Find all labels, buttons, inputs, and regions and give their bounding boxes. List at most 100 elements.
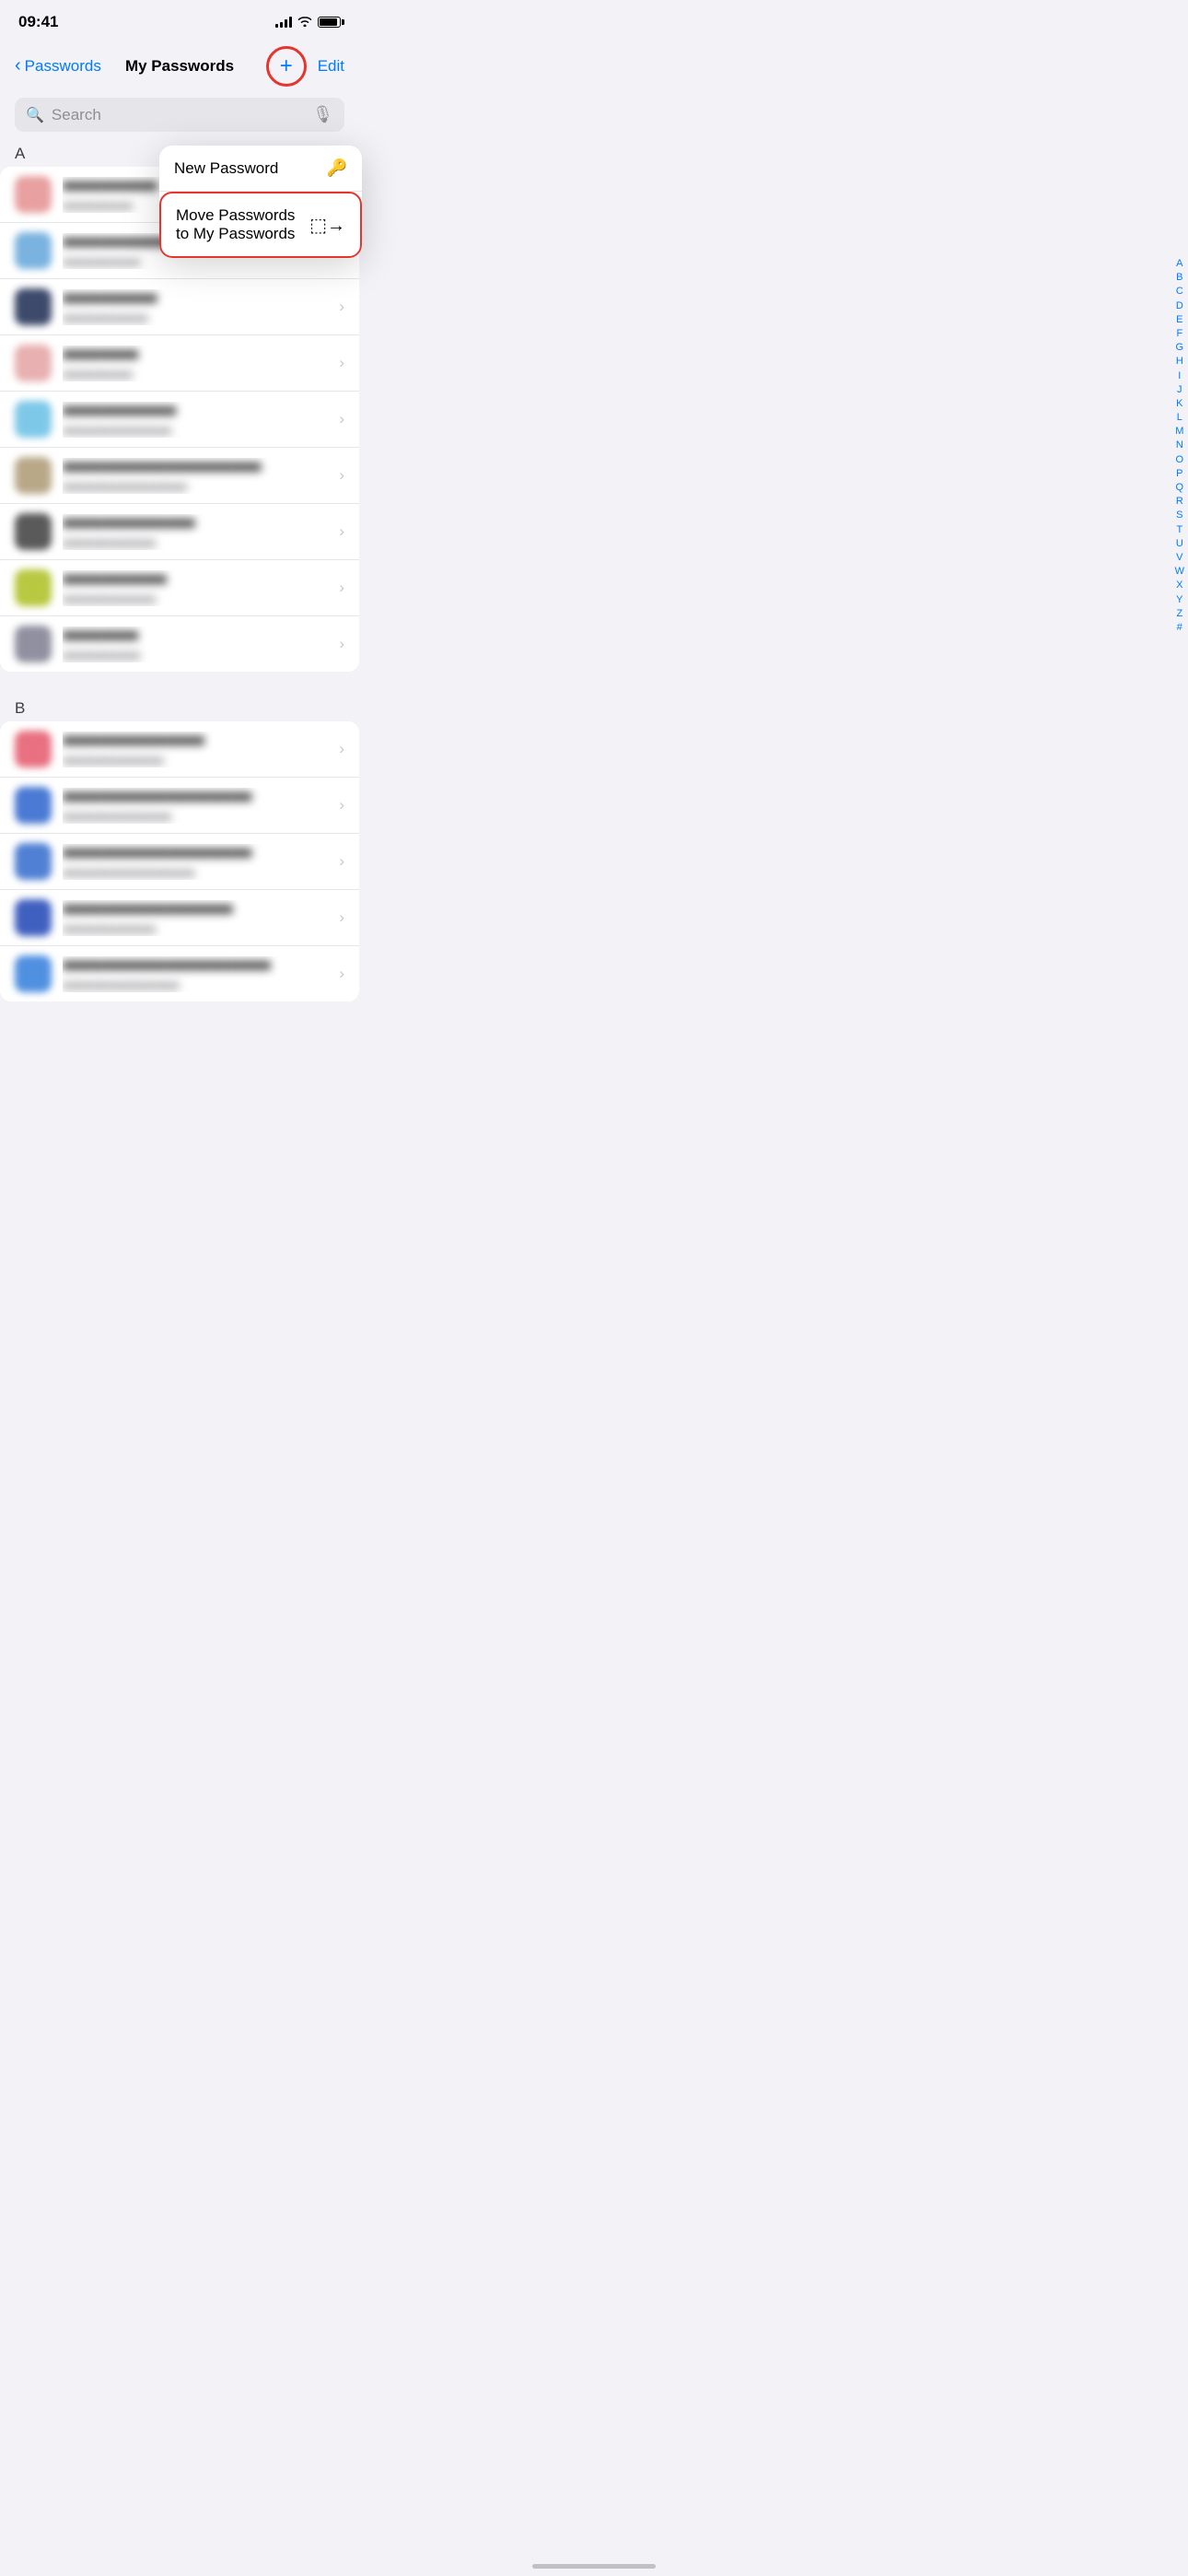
item-title: ■■■■■■■■■■■■■■■■■■■■■	[63, 458, 328, 476]
app-icon	[15, 843, 52, 880]
app-icon	[15, 731, 52, 767]
alpha-Q[interactable]: Q	[1176, 482, 1184, 494]
microphone-icon[interactable]: 🎙	[312, 105, 333, 124]
alpha-A[interactable]: A	[1176, 258, 1182, 270]
chevron-right-icon: ›	[339, 466, 344, 485]
item-title: ■■■■■■■■■■■■	[63, 402, 328, 420]
app-icon	[15, 955, 52, 992]
alpha-S[interactable]: S	[1176, 509, 1182, 521]
chevron-right-icon: ›	[339, 635, 344, 653]
item-subtitle: ■■■■■■■■■■■■■■■	[63, 978, 328, 992]
list-item[interactable]: ■■■■■■■■■■ ■■■■■■■■■■■ ›	[0, 279, 359, 335]
section-b: B ■■■■■■■■■■■■■■■ ■■■■■■■■■■■■■ › ■■■■■■…	[0, 694, 359, 1001]
app-icon	[15, 513, 52, 550]
alpha-F[interactable]: F	[1176, 328, 1182, 340]
alpha-X[interactable]: X	[1176, 580, 1182, 591]
list-item[interactable]: ■■■■■■■■■■■■■■■■■■■■■■ ■■■■■■■■■■■■■■■ ›	[0, 946, 359, 1001]
alpha-G[interactable]: G	[1176, 342, 1184, 354]
alpha-U[interactable]: U	[1176, 538, 1183, 550]
item-title: ■■■■■■■■■■■■■■■■■■	[63, 900, 328, 919]
item-info: ■■■■■■■■■■■■ ■■■■■■■■■■■■■■	[63, 402, 328, 438]
chevron-right-icon: ›	[339, 410, 344, 428]
item-subtitle: ■■■■■■■■■■■■	[63, 535, 328, 550]
item-info: ■■■■■■■■■■■■■■■■■■■■■■ ■■■■■■■■■■■■■■■	[63, 956, 328, 992]
alpha-W[interactable]: W	[1175, 566, 1184, 578]
alpha-T[interactable]: T	[1176, 524, 1182, 536]
item-title: ■■■■■■■■■■■■■■■■■■■■■■	[63, 956, 328, 975]
app-icon	[15, 899, 52, 936]
item-subtitle: ■■■■■■■■■■■■	[63, 591, 328, 606]
add-button[interactable]: +	[266, 46, 307, 87]
page-title: My Passwords	[125, 57, 234, 76]
item-title: ■■■■■■■■	[63, 626, 328, 645]
search-bar: 🔍 Search 🎙	[15, 98, 344, 132]
key-icon: 🔑	[327, 158, 347, 178]
list-item[interactable]: ■■■■■■■■■■■■■■■■■■■■ ■■■■■■■■■■■■■■■■■ ›	[0, 834, 359, 890]
new-password-label: New Password	[174, 159, 278, 178]
search-icon: 🔍	[26, 106, 44, 124]
alpha-L[interactable]: L	[1177, 412, 1182, 424]
move-passwords-item[interactable]: Move Passwords to My Passwords ⬚→	[159, 192, 362, 258]
list-item[interactable]: ■■■■■■■■■■■■■■ ■■■■■■■■■■■■ ›	[0, 504, 359, 560]
list-item[interactable]: ■■■■■■■■ ■■■■■■■■■ ›	[0, 335, 359, 392]
alpha-V[interactable]: V	[1176, 552, 1182, 564]
app-icon	[15, 232, 52, 269]
item-info: ■■■■■■■■■■■■■■ ■■■■■■■■■■■■	[63, 514, 328, 550]
item-subtitle: ■■■■■■■■■■	[63, 648, 328, 662]
alpha-Z[interactable]: Z	[1176, 608, 1182, 620]
app-icon	[15, 401, 52, 438]
item-title: ■■■■■■■■■■■■■■	[63, 514, 328, 533]
chevron-right-icon: ›	[339, 740, 344, 758]
item-info: ■■■■■■■■■■■ ■■■■■■■■■■■■	[63, 570, 328, 606]
chevron-right-icon: ›	[339, 354, 344, 372]
alpha-I[interactable]: I	[1178, 370, 1181, 382]
item-info: ■■■■■■■■■■■■■■■■■■ ■■■■■■■■■■■■	[63, 900, 328, 936]
item-info: ■■■■■■■■■■■■■■■■■■■■ ■■■■■■■■■■■■■■	[63, 788, 328, 824]
alpha-D[interactable]: D	[1176, 300, 1183, 312]
alpha-E[interactable]: E	[1176, 314, 1182, 326]
search-placeholder[interactable]: Search	[52, 106, 305, 124]
item-title: ■■■■■■■■	[63, 345, 328, 364]
content-area: A ■■■■■■■■■■ ■■■■■■■■■ › ■■■■■■■■■■■■ ■■…	[0, 139, 359, 1038]
list-item[interactable]: ■■■■■■■■■■■■ ■■■■■■■■■■■■■■ ›	[0, 392, 359, 448]
item-subtitle: ■■■■■■■■■■■■■■	[63, 809, 328, 824]
edit-button[interactable]: Edit	[318, 57, 344, 76]
alpha-B[interactable]: B	[1176, 272, 1182, 284]
chevron-right-icon: ›	[339, 522, 344, 541]
item-title: ■■■■■■■■■■	[63, 289, 328, 308]
list-item[interactable]: ■■■■■■■■■■■ ■■■■■■■■■■■■ ›	[0, 560, 359, 616]
list-item[interactable]: ■■■■■■■■■■■■■■■■■■ ■■■■■■■■■■■■ ›	[0, 890, 359, 946]
status-icons	[275, 16, 341, 29]
alpha-Y[interactable]: Y	[1176, 594, 1182, 606]
item-title: ■■■■■■■■■■■■■■■■■■■■	[63, 844, 328, 862]
new-password-item[interactable]: New Password 🔑	[159, 146, 362, 192]
alpha-P[interactable]: P	[1176, 468, 1182, 480]
alpha-O[interactable]: O	[1176, 454, 1184, 466]
dropdown-menu: New Password 🔑 Move Passwords to My Pass…	[159, 146, 362, 258]
alpha-hash[interactable]: #	[1177, 622, 1182, 634]
status-time: 09:41	[18, 13, 58, 31]
battery-icon	[318, 17, 341, 28]
status-bar: 09:41	[0, 0, 359, 39]
alpha-C[interactable]: C	[1176, 286, 1183, 298]
item-info: ■■■■■■■■ ■■■■■■■■■	[63, 345, 328, 381]
list-item[interactable]: ■■■■■■■■ ■■■■■■■■■■ ›	[0, 616, 359, 672]
plus-icon: +	[280, 55, 293, 77]
chevron-right-icon: ›	[339, 579, 344, 597]
chevron-right-icon: ›	[339, 852, 344, 871]
app-icon	[15, 569, 52, 606]
item-subtitle: ■■■■■■■■■■■■■■■■	[63, 479, 328, 494]
alpha-K[interactable]: K	[1176, 398, 1182, 410]
back-label: Passwords	[25, 57, 101, 76]
alpha-H[interactable]: H	[1176, 356, 1183, 368]
alpha-M[interactable]: M	[1175, 426, 1183, 438]
alpha-N[interactable]: N	[1176, 439, 1183, 451]
list-item[interactable]: ■■■■■■■■■■■■■■■■■■■■■ ■■■■■■■■■■■■■■■■ ›	[0, 448, 359, 504]
list-item[interactable]: ■■■■■■■■■■■■■■■■■■■■ ■■■■■■■■■■■■■■ ›	[0, 778, 359, 834]
alpha-J[interactable]: J	[1177, 384, 1182, 396]
alpha-R[interactable]: R	[1176, 496, 1183, 508]
item-subtitle: ■■■■■■■■■■■■■■	[63, 423, 328, 438]
list-item[interactable]: ■■■■■■■■■■■■■■■ ■■■■■■■■■■■■■ ›	[0, 721, 359, 778]
item-title: ■■■■■■■■■■■■■■■	[63, 732, 328, 750]
item-info: ■■■■■■■■■■ ■■■■■■■■■■■	[63, 289, 328, 325]
